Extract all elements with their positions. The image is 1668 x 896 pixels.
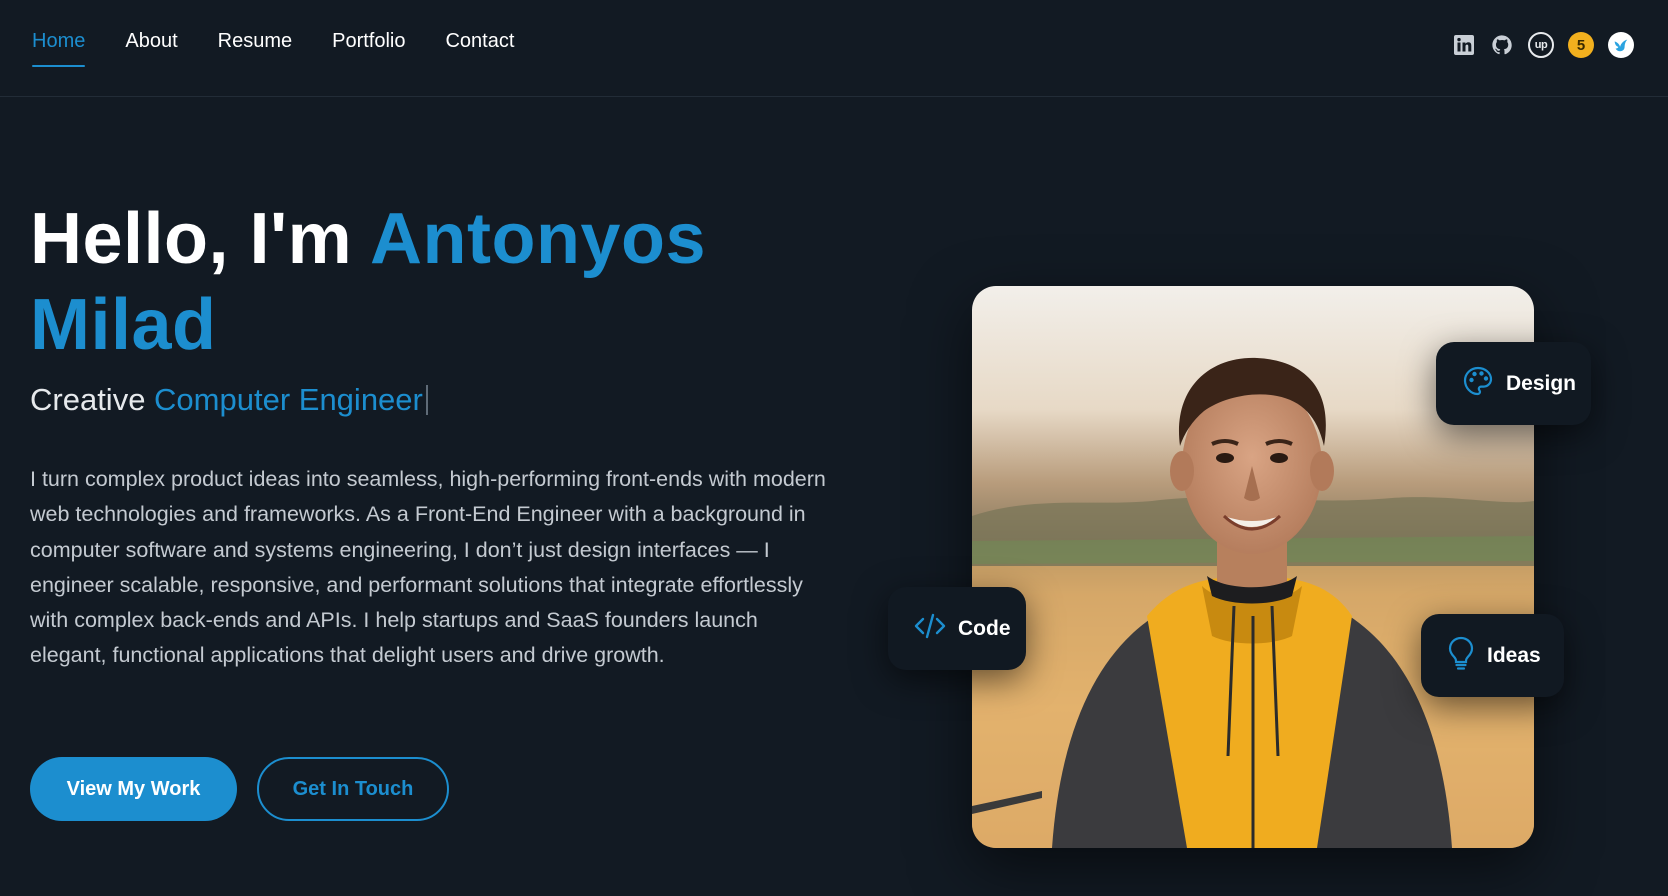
design-badge-label: Design xyxy=(1506,371,1577,395)
view-my-work-button[interactable]: View My Work xyxy=(30,757,237,821)
bird-icon[interactable] xyxy=(1608,32,1634,58)
nav-link-portfolio[interactable]: Portfolio xyxy=(332,30,405,61)
typing-caret xyxy=(425,385,428,415)
nav-link-home[interactable]: Home xyxy=(32,30,86,67)
design-badge: Design xyxy=(1436,342,1591,425)
lightbulb-icon xyxy=(1447,636,1475,676)
subtitle-role: Computer Engineer xyxy=(154,382,423,417)
get-in-touch-button[interactable]: Get In Touch xyxy=(257,757,449,821)
github-icon[interactable] xyxy=(1490,33,1514,57)
five-badge-icon[interactable]: 5 xyxy=(1568,32,1594,58)
palette-icon xyxy=(1462,365,1494,403)
hero-subtitle: Creative Computer Engineer xyxy=(30,382,428,418)
page: Home About Resume Portfolio Contact up 5… xyxy=(0,0,1668,896)
subtitle-prefix: Creative xyxy=(30,382,155,417)
code-icon xyxy=(914,612,946,646)
ideas-badge-label: Ideas xyxy=(1487,643,1541,667)
hero-description: I turn complex product ideas into seamle… xyxy=(30,467,826,668)
code-badge-label: Code xyxy=(958,616,1011,640)
social-links: up 5 xyxy=(1452,32,1634,58)
five-badge-text: 5 xyxy=(1576,36,1586,54)
nav-link-contact[interactable]: Contact xyxy=(445,30,514,61)
upwork-icon-text: up xyxy=(1534,39,1548,51)
code-badge: Code xyxy=(888,587,1026,670)
linkedin-icon[interactable] xyxy=(1452,33,1476,57)
ideas-badge: Ideas xyxy=(1421,614,1564,697)
nav-link-resume[interactable]: Resume xyxy=(218,30,292,61)
top-navbar: Home About Resume Portfolio Contact up 5 xyxy=(0,0,1668,97)
nav-link-about[interactable]: About xyxy=(125,30,177,61)
nav-links: Home About Resume Portfolio Contact xyxy=(32,30,514,67)
hero-title: Hello, I'm Antonyos Milad xyxy=(30,196,790,368)
upwork-icon[interactable]: up xyxy=(1528,32,1554,58)
hero-greeting: Hello, I'm xyxy=(30,199,371,279)
